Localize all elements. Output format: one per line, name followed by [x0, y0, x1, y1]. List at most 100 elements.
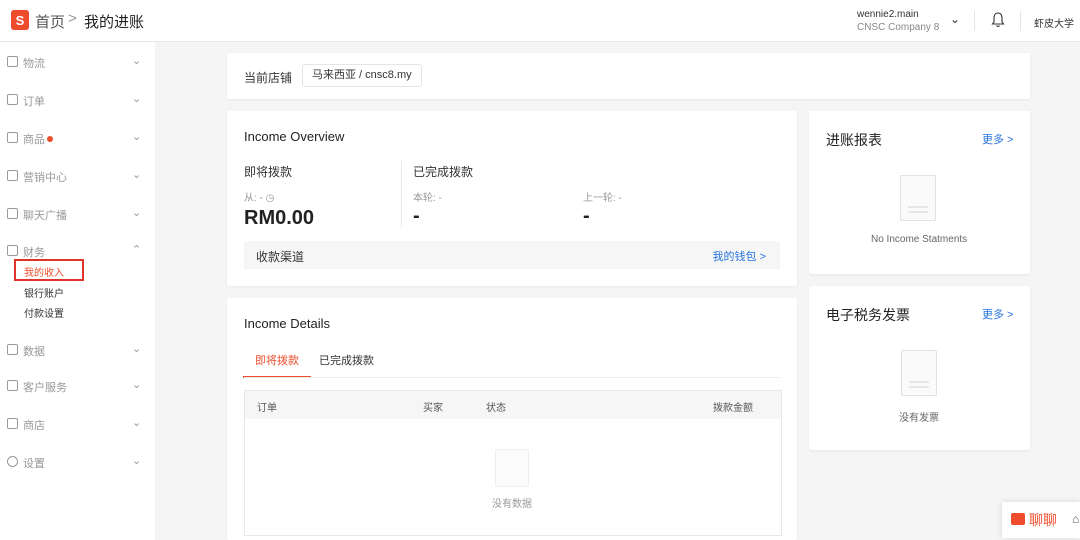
- pending-from: 从: - ◷: [244, 193, 275, 204]
- empty-data-icon: [495, 449, 529, 487]
- order-icon: [7, 94, 18, 105]
- sidebar-item-settings[interactable]: 设置 ⌄: [0, 448, 155, 476]
- chevron-down-icon: ⌄: [132, 169, 142, 181]
- sidebar-item-logistics[interactable]: 物流 ⌄: [0, 48, 155, 76]
- wallet-icon: [7, 245, 18, 256]
- column-header-status: 状态: [486, 403, 506, 414]
- product-icon: [7, 132, 18, 143]
- sidebar-item-label: 数据: [23, 346, 45, 358]
- income-details-card: Income Details 即将拨款 已完成拨款 订单 买家 状态 拨款金额 …: [227, 298, 797, 540]
- chevron-down-icon: ⌄: [132, 55, 142, 67]
- truck-icon: [7, 56, 18, 67]
- chevron-down-icon: ⌄: [132, 455, 142, 467]
- gear-icon: [7, 456, 18, 467]
- pending-title: 即将拨款: [244, 165, 293, 179]
- tax-invoice-empty: 没有发票: [899, 413, 939, 424]
- this-round-label: 本轮: -: [413, 193, 442, 204]
- sidebar-item-label: 聊天广播: [23, 210, 67, 222]
- income-details-table: 订单 买家 状态 拨款金额 没有数据: [244, 390, 782, 536]
- shop-selector[interactable]: 马来西亚 / cnsc8.my: [302, 64, 422, 87]
- tab-pending[interactable]: 即将拨款: [243, 352, 311, 378]
- sidebar-item-marketing[interactable]: 营销中心 ⌄: [0, 162, 155, 190]
- tax-invoice-more-link[interactable]: 更多 >: [982, 306, 1013, 322]
- shop-selector-card: 当前店铺 马来西亚 / cnsc8.my: [227, 53, 1030, 99]
- divider: [1020, 11, 1021, 31]
- account-name[interactable]: wennie2.main: [857, 9, 919, 20]
- chevron-up-icon: ⌃: [132, 244, 142, 256]
- top-bar: S 首页 > 我的进账 wennie2.main CNSC Company 8 …: [0, 0, 1080, 42]
- sidebar-item-products[interactable]: 商品 ⌄: [0, 124, 155, 152]
- chevron-down-icon: ⌄: [132, 379, 142, 391]
- this-round-amount: -: [413, 205, 420, 227]
- tab-divider: [244, 377, 780, 378]
- divider: [974, 11, 975, 31]
- notification-dot: [47, 136, 53, 142]
- sidebar-item-label: 营销中心: [23, 172, 67, 184]
- sidebar-subitem-bank-account[interactable]: 银行账户: [24, 285, 64, 300]
- bell-icon[interactable]: [991, 12, 1005, 28]
- support-icon: [7, 380, 18, 391]
- chevron-down-icon: ⌄: [132, 93, 142, 105]
- tab-released[interactable]: 已完成拨款: [319, 352, 374, 378]
- sidebar-item-label: 商品: [23, 131, 53, 147]
- income-overview-card: Income Overview 即将拨款 从: - ◷ RM0.00 已完成拨款…: [227, 111, 797, 286]
- chart-icon: [7, 344, 18, 355]
- sidebar-subitem-payment-settings[interactable]: 付款设置: [24, 305, 64, 320]
- account-company[interactable]: CNSC Company 8: [857, 22, 939, 33]
- sidebar: 物流 ⌄ 订单 ⌄ 商品 ⌄ 营销中心 ⌄ 聊天广播 ⌄ 财务 ⌃ 我的收入 银…: [0, 42, 155, 540]
- chevron-down-icon: ⌄: [132, 131, 142, 143]
- sidebar-item-orders[interactable]: 订单 ⌄: [0, 86, 155, 114]
- table-header: 订单 买家 状态 拨款金额: [245, 391, 781, 419]
- page-title: 我的进账: [84, 14, 145, 31]
- income-overview-title: Income Overview: [244, 129, 345, 144]
- released-title: 已完成拨款: [413, 165, 474, 179]
- my-wallet-link[interactable]: 我的钱包 >: [713, 248, 766, 264]
- sidebar-item-label: 商店: [23, 420, 45, 432]
- income-report-title: 进账报表: [826, 132, 882, 148]
- income-report-empty: No Income Statments: [871, 234, 968, 245]
- clock-icon[interactable]: ◷: [266, 193, 275, 204]
- sidebar-item-label: 客户服务: [23, 382, 67, 394]
- last-round-amount: -: [583, 205, 590, 227]
- chevron-down-icon[interactable]: ⌄: [950, 12, 960, 26]
- column-header-buyer: 买家: [423, 403, 443, 414]
- income-report-card: 进账报表 更多 > No Income Statments: [809, 111, 1030, 274]
- payment-channel-bar: 收款渠道 我的钱包 >: [244, 241, 780, 269]
- chat-icon: [1011, 513, 1025, 525]
- sidebar-item-label: 物流: [23, 58, 45, 70]
- chevron-down-icon: ⌄: [132, 207, 142, 219]
- cart-icon[interactable]: ⌂: [1072, 512, 1079, 526]
- shopee-logo-icon[interactable]: S: [11, 10, 29, 30]
- chevron-down-icon: ⌄: [132, 343, 142, 355]
- table-empty-text: 没有数据: [492, 499, 532, 510]
- sidebar-item-label: 设置: [23, 458, 45, 470]
- sidebar-item-data[interactable]: 数据 ⌄: [0, 336, 155, 364]
- current-shop-label: 当前店铺: [244, 71, 293, 85]
- empty-document-icon: [901, 350, 937, 396]
- chevron-down-icon: ⌄: [132, 417, 142, 429]
- tag-icon: [7, 170, 18, 181]
- breadcrumb-home[interactable]: 首页: [35, 11, 65, 32]
- sidebar-item-label: 财务: [23, 247, 45, 259]
- income-details-title: Income Details: [244, 316, 330, 331]
- chat-label: 聊聊: [1029, 512, 1057, 528]
- tax-invoice-title: 电子税务发票: [826, 307, 910, 323]
- sidebar-subitem-my-income[interactable]: 我的收入: [14, 259, 84, 281]
- shopee-university-link[interactable]: 虾皮大学: [1034, 15, 1074, 30]
- sidebar-item-label: 订单: [23, 96, 45, 108]
- chat-button[interactable]: 聊聊 ⌂: [1002, 502, 1080, 538]
- pending-amount: RM0.00: [244, 207, 315, 229]
- empty-document-icon: [900, 175, 936, 221]
- sidebar-item-chat-broadcast[interactable]: 聊天广播 ⌄: [0, 200, 155, 228]
- shop-icon: [7, 418, 18, 429]
- column-header-order: 订单: [257, 403, 277, 414]
- last-round-label: 上一轮: -: [583, 193, 622, 204]
- income-report-more-link[interactable]: 更多 >: [982, 131, 1013, 147]
- tax-invoice-card: 电子税务发票 更多 > 没有发票: [809, 286, 1030, 450]
- sidebar-item-customer-service[interactable]: 客户服务 ⌄: [0, 372, 155, 400]
- sidebar-item-shop[interactable]: 商店 ⌄: [0, 410, 155, 438]
- breadcrumb-separator: >: [68, 10, 77, 27]
- user-icon: [7, 208, 18, 219]
- column-header-amount: 拨款金额: [713, 403, 753, 414]
- sidebar-subitem-label: 我的收入: [24, 268, 64, 279]
